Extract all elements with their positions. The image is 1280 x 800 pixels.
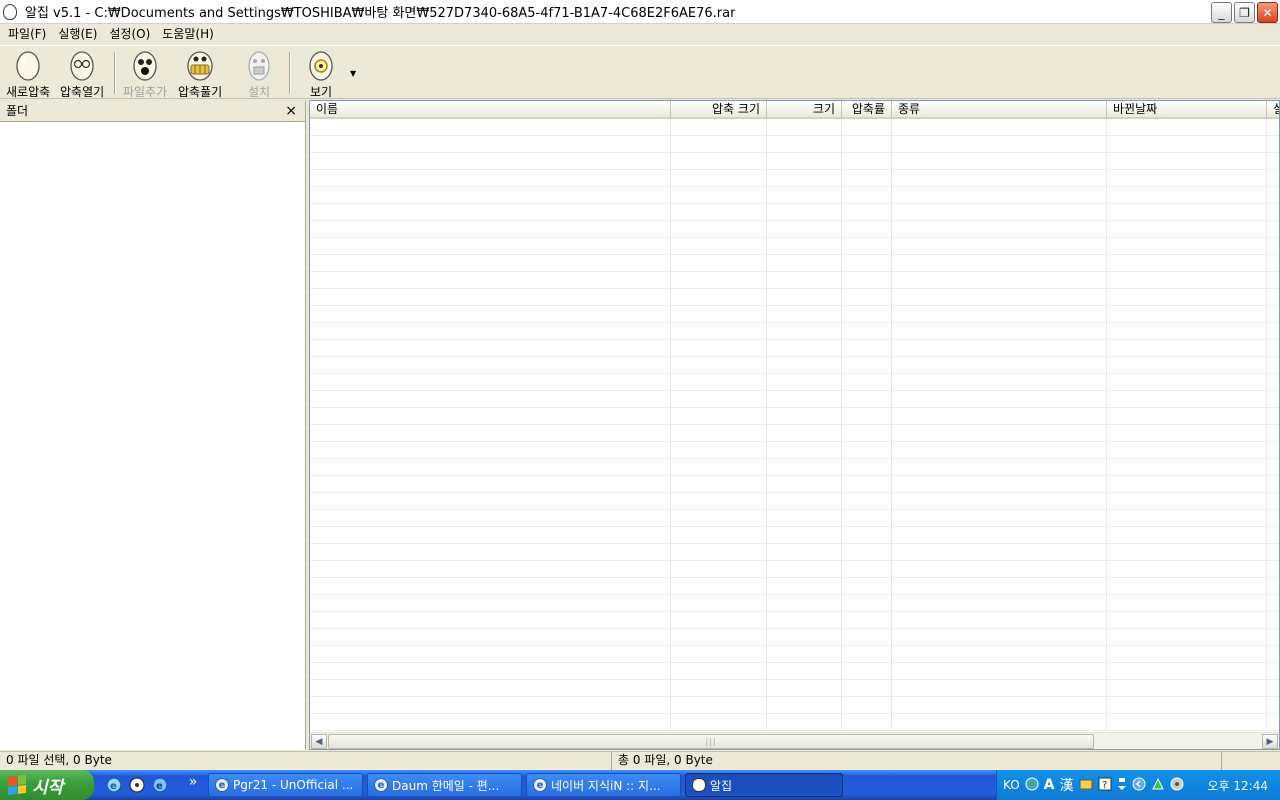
view-label: 보기 <box>309 85 333 99</box>
help-icon[interactable]: ? <box>1098 777 1112 794</box>
install-button[interactable]: 설치 <box>244 49 274 99</box>
quicklaunch-ie-icon[interactable]: e <box>104 775 124 795</box>
task-pgr21[interactable]: e Pgr21 - UnOfficial ... <box>208 773 363 797</box>
menu-bar: 파일(F) 실행(E) 설정(O) 도움말(H) <box>0 24 1280 45</box>
svg-text:?: ? <box>1102 780 1107 791</box>
start-button[interactable]: 시작 <box>0 770 94 800</box>
folder-pane-title: 폴더 <box>6 104 29 118</box>
column-header-ratio[interactable]: 압축률 <box>842 101 892 118</box>
svg-text:e: e <box>156 781 163 792</box>
column-divider <box>766 119 767 731</box>
clock[interactable]: 오후 12:44 <box>1208 777 1268 794</box>
egg-glasses-icon <box>67 49 97 81</box>
view-button[interactable]: 보기 <box>306 49 336 99</box>
system-tray: KO A 漢 ? 오후 12:44 <box>996 770 1280 800</box>
column-header-name[interactable]: 이름 <box>310 101 671 118</box>
toolbar-separator <box>114 52 116 94</box>
column-divider <box>670 119 671 731</box>
task-label: Pgr21 - UnOfficial ... <box>233 778 354 792</box>
task-alzip[interactable]: 알집 <box>685 773 843 797</box>
task-daum-mail[interactable]: e Daum 한메일 - 편... <box>367 773 522 797</box>
add-file-label: 파일추가 <box>123 85 168 99</box>
open-archive-button[interactable]: 압축열기 <box>60 49 105 99</box>
folder-pane: 폴더 × <box>0 100 306 750</box>
task-label: 네이버 지식iN :: 지... <box>551 778 661 793</box>
tray-collapse-icon[interactable] <box>1132 777 1146 794</box>
window-controls: _ ❐ ✕ <box>1211 2 1278 23</box>
new-archive-label: 새로압축 <box>6 85 51 99</box>
column-header-packed-size[interactable]: 압축 크기 <box>671 101 767 118</box>
status-total: 총 0 파일, 0 Byte <box>612 752 1222 770</box>
new-archive-button[interactable]: 새로압축 <box>6 49 51 99</box>
close-button[interactable]: ✕ <box>1257 2 1278 23</box>
scroll-right-button[interactable]: ▶ <box>1262 734 1278 749</box>
column-divider <box>891 119 892 731</box>
egg-teeth-icon <box>185 49 215 81</box>
svg-text:e: e <box>110 781 117 792</box>
column-divider <box>841 119 842 731</box>
windows-logo-icon <box>8 775 26 795</box>
folder-tree[interactable] <box>0 122 305 749</box>
menu-run[interactable]: 실행(E) <box>52 25 103 44</box>
menu-settings[interactable]: 설정(O) <box>103 25 156 44</box>
file-list[interactable]: 이름 압축 크기 크기 압축률 종류 바뀐날짜 설 ◀ ||| ▶ <box>309 100 1280 750</box>
tray-language[interactable]: KO <box>1003 778 1020 792</box>
tray-app-icon[interactable] <box>1151 777 1165 794</box>
column-divider <box>1106 119 1107 731</box>
window-title: 알집 v5.1 - C:₩Documents and Settings₩TOSH… <box>25 6 736 21</box>
scroll-thumb[interactable]: ||| <box>328 734 1094 749</box>
menu-help[interactable]: 도움말(H) <box>156 25 220 44</box>
title-bar: 알집 v5.1 - C:₩Documents and Settings₩TOSH… <box>0 0 1280 24</box>
ie-icon: e <box>215 778 229 792</box>
view-dropdown-arrow[interactable]: ▼ <box>350 69 356 78</box>
toolbar-separator <box>289 52 291 94</box>
quicklaunch-ie2-icon[interactable]: e <box>150 775 170 795</box>
quicklaunch-media-icon[interactable] <box>127 775 147 795</box>
tray-hanja[interactable]: 漢 <box>1060 775 1074 795</box>
alzip-app-icon[interactable] <box>3 3 17 20</box>
ie-icon: e <box>533 778 547 792</box>
file-list-rows <box>310 119 1279 731</box>
ie-icon: e <box>374 778 388 792</box>
column-header-more[interactable]: 설 <box>1267 101 1279 118</box>
egg-face-icon <box>130 49 160 81</box>
toolbar: 새로압축 압축열기 파일추가 압축풀기 설치 보기 ▼ <box>0 45 1280 99</box>
column-divider <box>1266 119 1267 731</box>
column-header-modified[interactable]: 바뀐날짜 <box>1107 101 1267 118</box>
status-extra <box>1222 752 1280 770</box>
folder-pane-header: 폴더 × <box>0 100 305 122</box>
menu-file[interactable]: 파일(F) <box>2 25 52 44</box>
globe-icon[interactable] <box>1025 777 1039 794</box>
ime-tools-icon[interactable] <box>1079 777 1093 794</box>
extract-button[interactable]: 압축풀기 <box>178 49 223 99</box>
minimize-button[interactable]: _ <box>1211 2 1232 23</box>
open-archive-label: 압축열기 <box>60 85 105 99</box>
folder-pane-close-button[interactable]: × <box>285 103 297 119</box>
column-header-size[interactable]: 크기 <box>767 101 842 118</box>
extract-label: 압축풀기 <box>178 85 223 99</box>
egg-view-icon <box>306 49 336 81</box>
restore-button[interactable]: ❐ <box>1234 2 1255 23</box>
file-list-header: 이름 압축 크기 크기 압축률 종류 바뀐날짜 설 <box>310 101 1279 119</box>
status-selection: 0 파일 선택, 0 Byte <box>0 752 612 770</box>
alzip-egg-icon <box>692 778 706 792</box>
volume-icon[interactable] <box>1170 777 1184 794</box>
start-label: 시작 <box>32 777 64 798</box>
column-header-type[interactable]: 종류 <box>892 101 1107 118</box>
tray-input-mode[interactable]: A <box>1044 777 1055 793</box>
tray-options-icon[interactable] <box>1117 777 1127 794</box>
task-naver-kin[interactable]: e 네이버 지식iN :: 지... <box>526 773 681 797</box>
egg-icon <box>13 49 43 81</box>
quicklaunch-chevron[interactable]: » <box>183 772 203 792</box>
horizontal-scrollbar[interactable]: ◀ ||| ▶ <box>310 732 1279 749</box>
status-bar: 0 파일 선택, 0 Byte 총 0 파일, 0 Byte <box>0 751 1280 770</box>
task-label: Daum 한메일 - 편... <box>392 778 500 793</box>
scroll-left-button[interactable]: ◀ <box>311 734 327 749</box>
add-file-button[interactable]: 파일추가 <box>123 49 168 99</box>
task-label: 알집 <box>710 778 733 793</box>
egg-install-icon <box>244 49 274 81</box>
install-label: 설치 <box>247 85 271 99</box>
taskbar: 시작 e e » e Pgr21 - UnOfficial ... e Daum… <box>0 770 1280 800</box>
